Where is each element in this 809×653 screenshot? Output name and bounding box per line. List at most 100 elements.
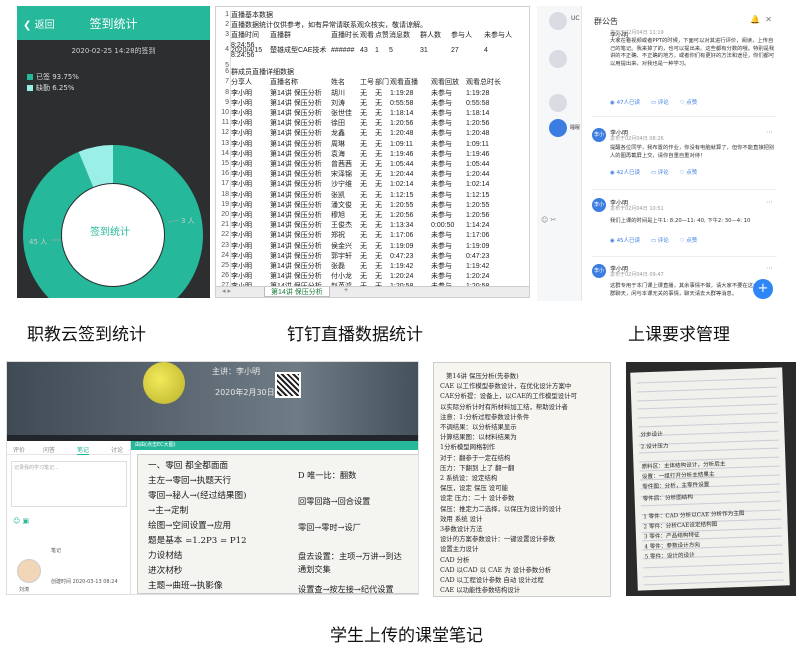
sheet-cell[interactable]: 未参与 (431, 242, 465, 251)
sheet-cell[interactable]: 分享人 (231, 78, 269, 87)
sheet-cell[interactable]: 1:19:28 (466, 89, 515, 98)
sheet-cell[interactable]: 1:20:55 (466, 201, 515, 210)
sheet-cell[interactable]: 李小明 (231, 231, 269, 240)
sheet-cell[interactable]: 无 (375, 252, 389, 261)
sheet-cell[interactable]: 1:05:44 (466, 160, 515, 169)
sheet-cell[interactable]: 0:00:50 (431, 221, 465, 230)
more-icon[interactable]: ⋯ (766, 198, 773, 206)
sheet-cell[interactable]: 1:09:11 (466, 140, 515, 149)
avatar[interactable] (549, 12, 567, 30)
sheet-cell[interactable]: 无 (375, 99, 389, 108)
sheet-cell[interactable]: 无 (375, 150, 389, 159)
sheet-cell[interactable]: 1 (375, 46, 388, 55)
sheet-cell[interactable]: 无 (360, 191, 374, 200)
sheet-tab-active[interactable]: 第14讲 保压分析 (264, 287, 330, 297)
sheet-cell[interactable]: 点赞数 (375, 31, 388, 40)
sheet-cell[interactable]: 潘文俊 (331, 201, 359, 210)
sheet-cell[interactable]: 周琳 (331, 140, 359, 149)
sheet-cell[interactable]: 1:20:56 (390, 119, 430, 128)
sheet-cell[interactable]: 1:17:06 (466, 231, 515, 240)
sheet-cell[interactable]: 31 (420, 46, 450, 55)
sheet-cell[interactable]: 第14讲 保压分析 (270, 99, 330, 108)
sheet-cell[interactable]: 43 (360, 46, 374, 55)
sheet-cell[interactable]: 第14讲 保压分析 (270, 89, 330, 98)
image-icon[interactable]: ▣ (23, 517, 30, 525)
sheet-cell[interactable]: 无 (360, 99, 374, 108)
sheet-cell[interactable]: 无 (375, 262, 389, 271)
like-button[interactable]: ♡ 点赞 (680, 170, 698, 176)
more-icon[interactable]: ⋯ (766, 264, 773, 272)
sheet-cell[interactable]: 刘涛 (331, 99, 359, 108)
sheet-cell[interactable]: 8:24:56 (231, 41, 254, 50)
sheet-cell[interactable]: 1:19:42 (390, 262, 430, 271)
sheet-cell[interactable]: 王俊杰 (331, 221, 359, 230)
sheet-cell[interactable]: 群成员直播详细数据 (231, 68, 294, 77)
sheet-cell[interactable]: 未参与 (431, 119, 465, 128)
sheet-cell[interactable]: 1:19:09 (390, 242, 430, 251)
sheet-cell[interactable]: 1:19:42 (466, 262, 515, 271)
sheet-cell[interactable]: 未参与 (431, 170, 465, 179)
sheet-cell[interactable]: 未参与 (431, 89, 465, 98)
emoji-icon[interactable]: ☺ (13, 517, 20, 525)
sheet-cell[interactable]: 沙宁维 (331, 180, 359, 189)
sheet-cell[interactable]: 无 (360, 201, 374, 210)
sheet-cell[interactable]: 宋泽锦 (331, 170, 359, 179)
sheet-cell[interactable]: 1:20:44 (390, 170, 430, 179)
sheet-cell[interactable]: 无 (375, 119, 389, 128)
sheet-cell[interactable]: 第14讲 保压分析 (270, 211, 330, 220)
sheet-cell[interactable]: 无 (375, 170, 389, 179)
sheet-cell[interactable]: 第14讲 保压分析 (270, 109, 330, 118)
sheet-cell[interactable]: 第14讲 保压分析 (270, 160, 330, 169)
notice-card[interactable]: 李小 李小明 发布于02月04日 09:47 ⋯ 这群专用于本门课上课直播，其余… (592, 264, 777, 300)
sheet-cell[interactable]: 1:19:46 (390, 150, 430, 159)
sheet-cell[interactable]: 李小明 (231, 89, 269, 98)
read-count[interactable]: ◉ 42人已读 (610, 170, 640, 176)
sheet-cell[interactable]: 李小明 (231, 180, 269, 189)
sheet-cell[interactable]: 第14讲 保压分析 (270, 140, 330, 149)
sheet-cell[interactable]: 工号 (360, 78, 374, 87)
sheet-cell[interactable]: 1:02:14 (390, 180, 430, 189)
sheet-cell[interactable]: 1:18:14 (466, 109, 515, 118)
sheet-cell[interactable]: 李小明 (231, 119, 269, 128)
sheet-cell[interactable]: 李小明 (231, 99, 269, 108)
sheet-cell[interactable]: 未参与 (431, 109, 465, 118)
comment-button[interactable]: ▭ 评论 (651, 170, 669, 176)
sheet-cell[interactable]: 李小明 (231, 160, 269, 169)
sheet-cell[interactable]: 胡川 (331, 89, 359, 98)
sheet-cell[interactable]: 无 (360, 272, 374, 281)
sheet-cell[interactable]: 无 (360, 140, 374, 149)
sheet-cell[interactable]: 无 (375, 160, 389, 169)
sheet-cell[interactable]: 未参与 (431, 201, 465, 210)
sheet-cell[interactable]: 1:12:15 (390, 191, 430, 200)
sheet-cell[interactable]: 李小明 (231, 140, 269, 149)
sheet-cell[interactable]: 未参与 (431, 262, 465, 271)
sheet-cell[interactable]: 0:55:58 (466, 99, 515, 108)
sheet-cell[interactable]: 未参与 (431, 231, 465, 240)
tab-discussion[interactable]: 讨论 (111, 445, 123, 454)
sheet-cell[interactable]: 李小明 (231, 129, 269, 138)
avatar[interactable] (549, 119, 567, 137)
sheet-cell[interactable]: 无 (375, 191, 389, 200)
sheet-cell[interactable]: 1:19:09 (466, 242, 515, 251)
sheet-cell[interactable]: 1:20:24 (390, 272, 430, 281)
tab-qa[interactable]: 问答 (43, 445, 55, 454)
sheet-cell[interactable]: 付小龙 (331, 272, 359, 281)
sheet-cell[interactable]: 8:24:56 (231, 51, 254, 60)
sheet-cell[interactable]: 侯金兴 (331, 242, 359, 251)
sheet-cell[interactable]: 1:20:44 (466, 170, 515, 179)
sheet-cell[interactable]: 无 (360, 231, 374, 240)
sheet-cell[interactable]: 观看总时长 (466, 78, 515, 87)
sheet-cell[interactable]: 无 (360, 129, 374, 138)
sheet-cell[interactable]: 张凯 (331, 191, 359, 200)
sheet-cell[interactable]: 第14讲 保压分析 (270, 252, 330, 261)
sheet-cell[interactable]: 无 (360, 150, 374, 159)
sheet-cell[interactable]: 1:20:56 (466, 119, 515, 128)
sheet-cell[interactable]: 李小明 (231, 170, 269, 179)
sheet-cell[interactable]: 无 (375, 221, 389, 230)
like-button[interactable]: ♡ 点赞 (680, 100, 698, 106)
sheet-cell[interactable]: 未参与 (431, 211, 465, 220)
sheet-cell[interactable]: 1:19:46 (466, 150, 515, 159)
sheet-cell[interactable]: 无 (360, 109, 374, 118)
sheet-cell[interactable]: 直播基本数据 (231, 11, 273, 20)
sheet-cell[interactable]: 郑祝 (331, 231, 359, 240)
